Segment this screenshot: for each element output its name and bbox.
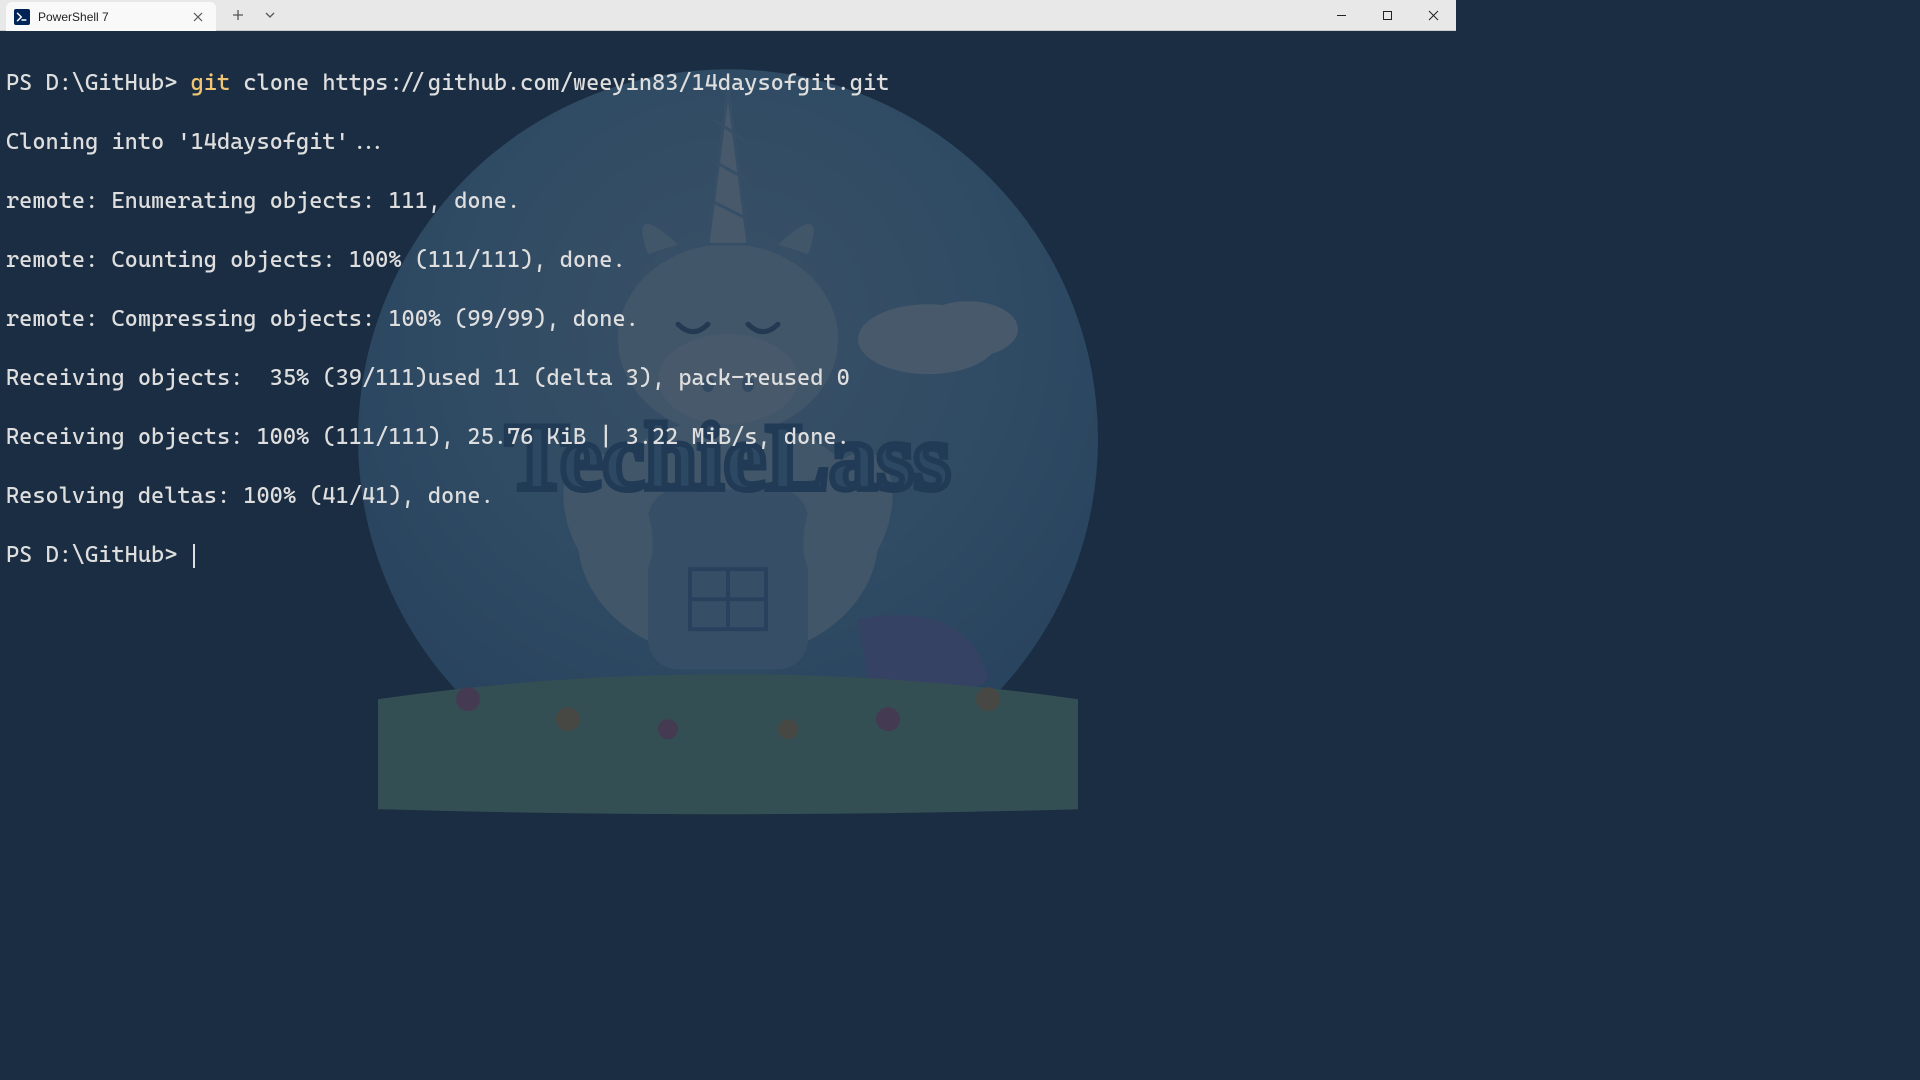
terminal-line: remote: Counting objects: 100% (111/111)…: [6, 246, 1450, 276]
terminal-line: Receiving objects: 35% (39/111)used 11 (…: [6, 364, 1450, 394]
command-args: clone https://github.com/weeyin83/14days…: [230, 70, 889, 96]
tab-actions: [224, 3, 284, 27]
minimize-button[interactable]: [1318, 0, 1364, 30]
terminal-line: remote: Enumerating objects: 111, done.: [6, 187, 1450, 217]
new-tab-button[interactable]: [224, 3, 252, 27]
tab-section: PowerShell 7: [0, 0, 284, 30]
terminal-line: PS D:\GitHub>: [6, 541, 1450, 571]
powershell-icon: [14, 9, 30, 25]
maximize-button[interactable]: [1364, 0, 1410, 30]
prompt: PS D:\GitHub>: [6, 542, 191, 568]
terminal-line: Cloning into '14daysofgit'...: [6, 128, 1450, 158]
cursor: [193, 544, 195, 568]
tab-close-button[interactable]: [190, 9, 206, 25]
window-controls: [1318, 0, 1456, 30]
terminal-area[interactable]: TechieLass PS D:\GitHub> git clone https…: [0, 31, 1456, 816]
git-command: git: [191, 70, 231, 96]
terminal-line: remote: Compressing objects: 100% (99/99…: [6, 305, 1450, 335]
terminal-content: PS D:\GitHub> git clone https://github.c…: [6, 39, 1450, 629]
tab-dropdown-button[interactable]: [256, 3, 284, 27]
close-button[interactable]: [1410, 0, 1456, 30]
terminal-line: Resolving deltas: 100% (41/41), done.: [6, 482, 1450, 512]
terminal-line: Receiving objects: 100% (111/111), 25.76…: [6, 423, 1450, 453]
prompt: PS D:\GitHub>: [6, 70, 191, 96]
tab-powershell[interactable]: PowerShell 7: [6, 2, 216, 32]
titlebar: PowerShell 7: [0, 0, 1456, 31]
tab-title: PowerShell 7: [38, 10, 182, 24]
terminal-line: PS D:\GitHub> git clone https://github.c…: [6, 69, 1450, 99]
